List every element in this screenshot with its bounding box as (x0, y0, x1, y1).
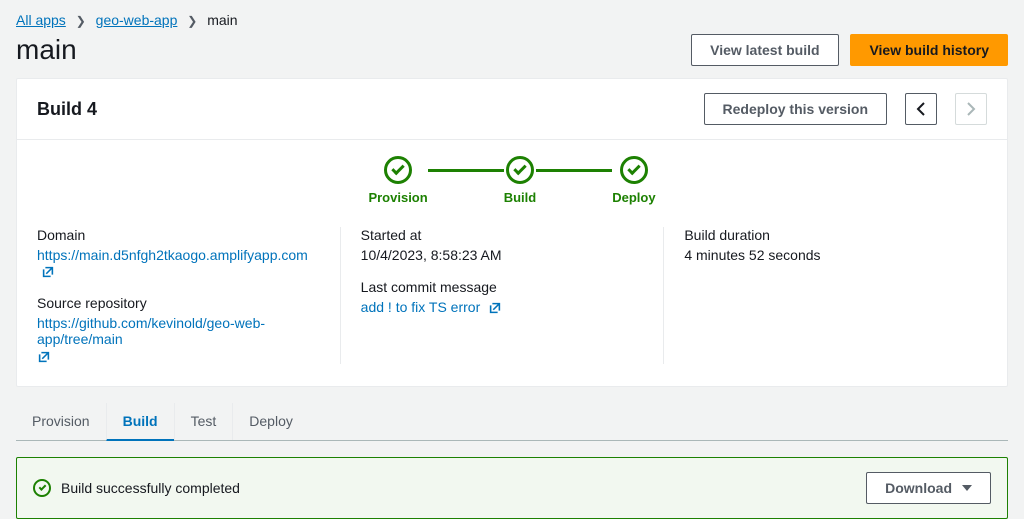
pipeline-connector (536, 169, 612, 172)
pipeline-stage-provision: Provision (368, 156, 427, 205)
redeploy-button[interactable]: Redeploy this version (704, 93, 887, 125)
pipeline-stage-deploy: Deploy (612, 156, 655, 205)
commit-link[interactable]: add ! to fix TS error (361, 299, 481, 315)
build-card: Build 4 Redeploy this version Provision … (16, 78, 1008, 387)
view-build-history-button[interactable]: View build history (850, 34, 1008, 66)
domain-link[interactable]: https://main.d5nfgh2tkaogo.amplifyapp.co… (37, 247, 308, 263)
next-build-button[interactable] (955, 93, 987, 125)
tab-test[interactable]: Test (174, 403, 233, 440)
chevron-right-icon (966, 102, 976, 116)
status-message: Build successfully completed (61, 480, 240, 496)
stage-label: Provision (368, 190, 427, 205)
breadcrumb: All apps ❯ geo-web-app ❯ main (16, 12, 1008, 28)
breadcrumb-app-name[interactable]: geo-web-app (96, 12, 178, 28)
view-latest-build-button[interactable]: View latest build (691, 34, 838, 66)
duration-value: 4 minutes 52 seconds (684, 247, 967, 263)
external-link-icon (37, 350, 51, 364)
source-repo-label: Source repository (37, 295, 320, 311)
caret-down-icon (962, 485, 972, 491)
external-link-icon (41, 265, 55, 279)
details-col-1: Domain https://main.d5nfgh2tkaogo.amplif… (37, 227, 340, 364)
stage-label: Build (504, 190, 537, 205)
tab-deploy[interactable]: Deploy (232, 403, 309, 440)
chevron-right-icon: ❯ (70, 14, 92, 28)
tabs: Provision Build Test Deploy (16, 403, 1008, 441)
started-value: 10/4/2023, 8:58:23 AM (361, 247, 644, 263)
details-col-3: Build duration 4 minutes 52 seconds (663, 227, 987, 364)
check-circle-icon (33, 479, 51, 497)
started-label: Started at (361, 227, 644, 243)
build-details: Domain https://main.d5nfgh2tkaogo.amplif… (17, 213, 1007, 386)
check-circle-icon (384, 156, 412, 184)
duration-label: Build duration (684, 227, 967, 243)
pipeline-connector (428, 169, 504, 172)
details-col-2: Started at 10/4/2023, 8:58:23 AM Last co… (340, 227, 664, 364)
external-link-icon (488, 301, 502, 315)
tab-build[interactable]: Build (106, 403, 174, 441)
header-actions: View latest build View build history (691, 34, 1008, 66)
download-button[interactable]: Download (866, 472, 991, 504)
chevron-left-icon (916, 102, 926, 116)
check-circle-icon (506, 156, 534, 184)
domain-label: Domain (37, 227, 320, 243)
tab-provision[interactable]: Provision (16, 403, 106, 440)
commit-label: Last commit message (361, 279, 644, 295)
pipeline-stage-build: Build (504, 156, 537, 205)
check-circle-icon (620, 156, 648, 184)
pipeline: Provision Build Deploy (17, 140, 1007, 213)
breadcrumb-branch: main (207, 12, 237, 28)
stage-label: Deploy (612, 190, 655, 205)
status-bar: Build successfully completed Download (16, 457, 1008, 519)
previous-build-button[interactable] (905, 93, 937, 125)
page-title: main (16, 34, 77, 66)
build-title: Build 4 (37, 99, 97, 120)
breadcrumb-all-apps[interactable]: All apps (16, 12, 66, 28)
source-repo-link[interactable]: https://github.com/kevinold/geo-web-app/… (37, 315, 265, 347)
download-label: Download (885, 480, 952, 496)
chevron-right-icon: ❯ (181, 14, 203, 28)
